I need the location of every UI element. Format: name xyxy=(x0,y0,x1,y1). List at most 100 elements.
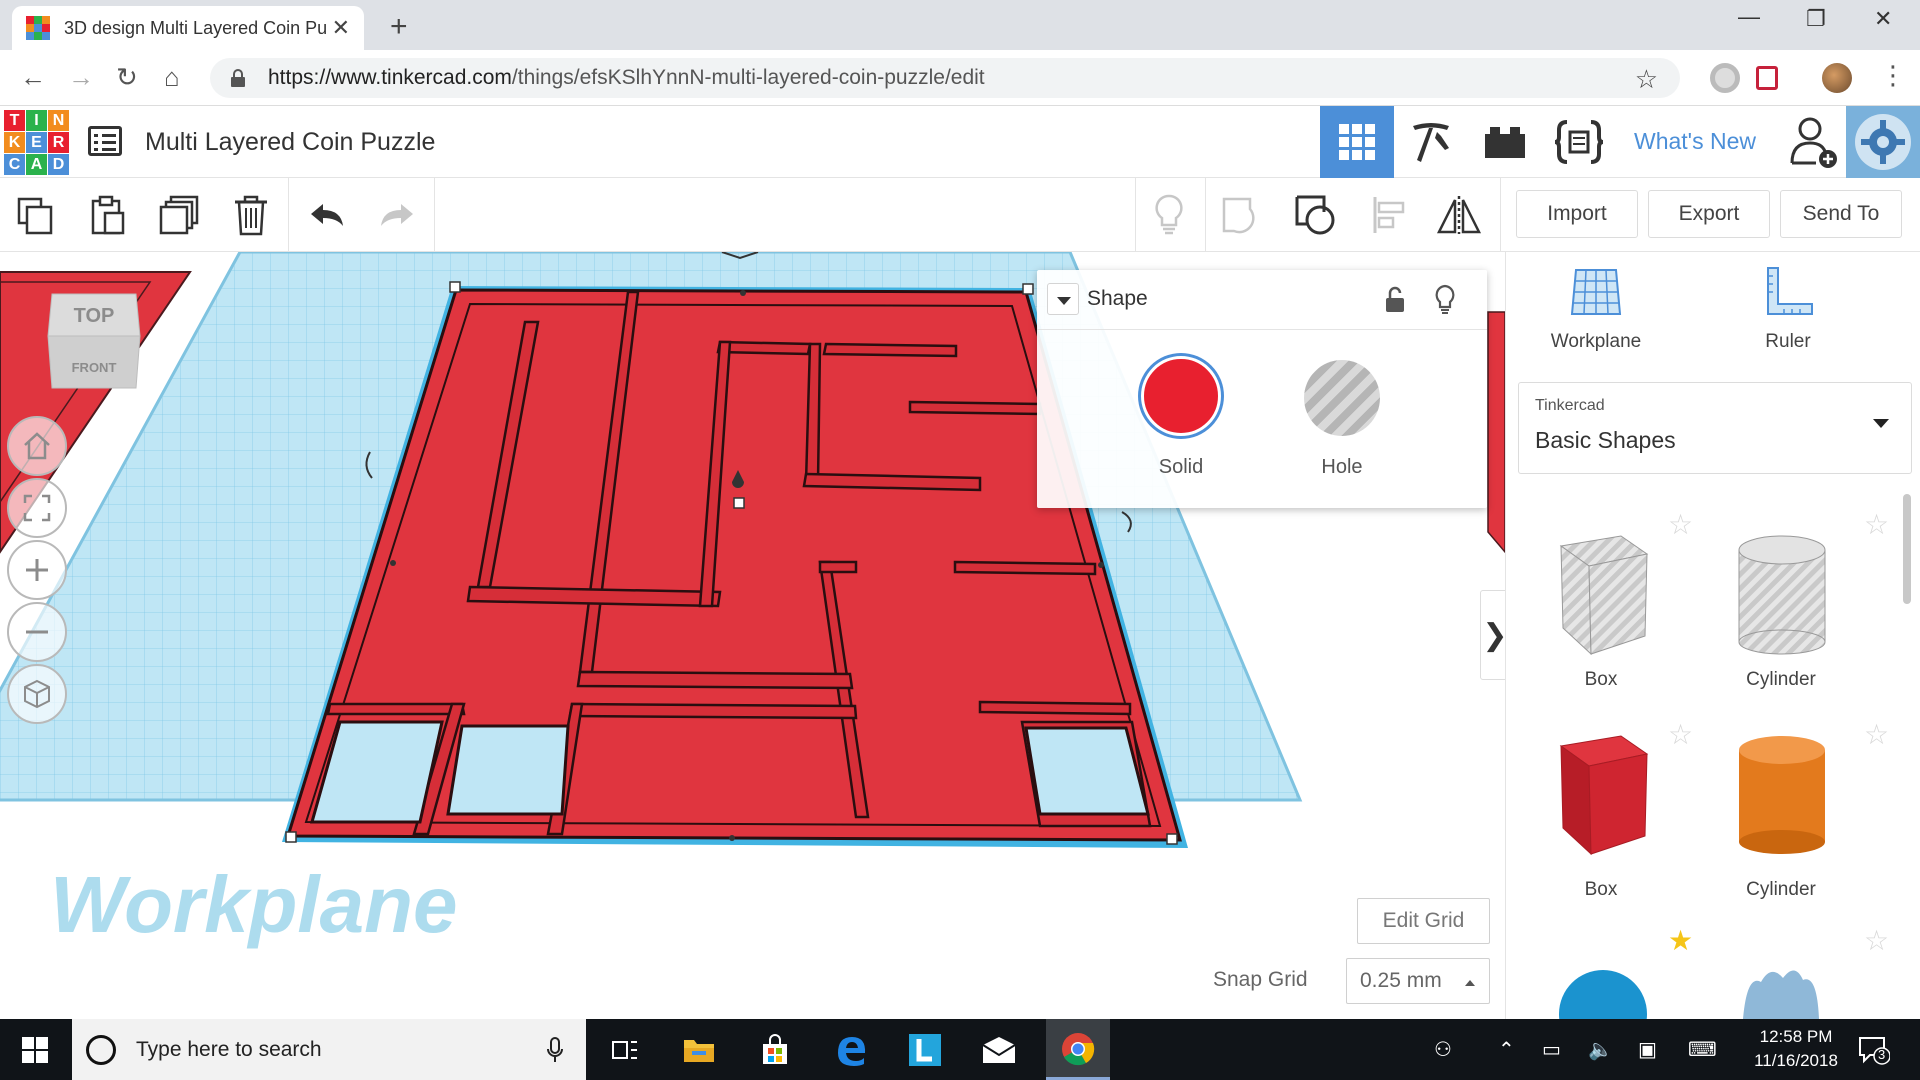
home-icon xyxy=(24,432,50,460)
chrome-taskbar-item[interactable] xyxy=(1046,1019,1110,1080)
windows-start-icon[interactable] xyxy=(22,1037,48,1063)
solid-color-swatch[interactable] xyxy=(1141,356,1221,436)
import-button[interactable]: Import xyxy=(1516,190,1638,238)
hole-swatch[interactable] xyxy=(1304,360,1380,436)
design-title[interactable]: Multi Layered Coin Puzzle xyxy=(145,128,435,157)
workplane-watermark: Workplane xyxy=(50,860,458,949)
people-icon[interactable]: ⚇ xyxy=(1434,1037,1452,1062)
forward-icon[interactable]: → xyxy=(68,62,94,93)
favorite-star-icon[interactable]: ☆ xyxy=(1668,508,1693,541)
shape-library-select[interactable]: Tinkercad Basic Shapes xyxy=(1518,382,1912,474)
caret-down-icon xyxy=(1873,419,1889,428)
zoom-in-button[interactable] xyxy=(7,540,67,600)
invite-user-button[interactable] xyxy=(1776,106,1850,178)
back-icon[interactable]: ← xyxy=(20,62,46,93)
whats-new-link[interactable]: What's New xyxy=(1634,128,1756,155)
view-cube-front-label: FRONT xyxy=(72,360,117,375)
bookmark-star-icon[interactable]: ☆ xyxy=(1635,64,1658,95)
keyboard-icon[interactable]: ⌨ xyxy=(1688,1037,1717,1062)
caret-up-icon xyxy=(1465,980,1475,986)
file-explorer-icon[interactable] xyxy=(678,1029,720,1071)
paste-button[interactable] xyxy=(84,192,130,238)
export-button[interactable]: Export xyxy=(1648,190,1770,238)
task-view-icon[interactable] xyxy=(604,1029,646,1071)
shape-scribble[interactable] xyxy=(1691,934,1871,1019)
delete-button[interactable] xyxy=(228,192,274,238)
shape-box-hole[interactable]: Box xyxy=(1511,514,1691,714)
cube-perspective-icon xyxy=(24,679,50,709)
edit-grid-button[interactable]: Edit Grid xyxy=(1357,898,1490,944)
favorite-star-icon[interactable]: ☆ xyxy=(1668,718,1693,751)
mail-icon[interactable] xyxy=(978,1029,1020,1071)
tinkercad-logo[interactable]: T I N K E R C A D xyxy=(4,110,69,175)
bricks-button[interactable] xyxy=(1468,106,1542,178)
perspective-button[interactable] xyxy=(7,664,67,724)
browser-tab-strip: 3D design Multi Layered Coin Pu ✕ + — ❐ … xyxy=(0,0,1920,50)
workplane-tool[interactable]: Workplane xyxy=(1526,264,1666,353)
edge-browser-icon[interactable] xyxy=(830,1029,872,1071)
microphone-icon[interactable] xyxy=(546,1037,564,1063)
home-icon[interactable]: ⌂ xyxy=(164,62,180,93)
snap-grid-select[interactable]: 0.25 mm xyxy=(1346,958,1490,1004)
design-list-icon[interactable] xyxy=(88,126,122,156)
shape-cylinder-hole[interactable]: Cylinder xyxy=(1691,514,1871,714)
inspector-collapse-button[interactable] xyxy=(1047,283,1079,315)
align-button[interactable] xyxy=(1366,192,1412,238)
reload-icon[interactable]: ↻ xyxy=(116,62,138,93)
home-view-button[interactable] xyxy=(7,416,67,476)
tinkercad-favicon-icon xyxy=(26,16,50,40)
fit-view-icon xyxy=(23,494,51,522)
panel-scrollbar[interactable] xyxy=(1903,494,1911,604)
user-avatar[interactable] xyxy=(1846,106,1920,178)
favorite-star-icon[interactable]: ☆ xyxy=(1864,718,1889,751)
duplicate-button[interactable] xyxy=(156,192,202,238)
restore-icon[interactable]: ❐ xyxy=(1806,6,1826,32)
copy-button[interactable] xyxy=(12,192,58,238)
minimize-icon[interactable]: — xyxy=(1738,4,1760,30)
ungroup-button[interactable] xyxy=(1292,192,1338,238)
shape-sphere[interactable] xyxy=(1511,934,1691,1019)
extension-icon[interactable] xyxy=(1710,63,1740,93)
window-close-icon[interactable]: ✕ xyxy=(1874,6,1892,32)
taskbar-clock[interactable]: 12:58 PM 11/16/2018 xyxy=(1746,1025,1846,1073)
browser-menu-icon[interactable]: ⋮ xyxy=(1880,60,1906,91)
group-button[interactable] xyxy=(1218,192,1264,238)
browser-tab[interactable]: 3D design Multi Layered Coin Pu ✕ xyxy=(12,6,364,50)
battery-icon[interactable]: ▭ xyxy=(1542,1037,1561,1062)
pocket-extension-icon[interactable] xyxy=(1756,66,1778,90)
notes-button[interactable] xyxy=(1146,192,1192,238)
shape-box[interactable]: Box xyxy=(1511,724,1691,924)
unlock-icon[interactable] xyxy=(1383,286,1407,314)
tab-close-icon[interactable]: ✕ xyxy=(332,15,350,41)
redo-button[interactable] xyxy=(374,192,420,238)
view-cube[interactable]: TOP FRONT xyxy=(44,288,144,398)
mirror-button[interactable] xyxy=(1436,192,1482,238)
zoom-out-button[interactable] xyxy=(7,602,67,662)
blocks-button[interactable] xyxy=(1394,106,1468,178)
3d-view-button[interactable] xyxy=(1320,106,1394,178)
chrome-icon xyxy=(1062,1033,1095,1066)
hide-lightbulb-icon[interactable] xyxy=(1433,284,1457,316)
tray-chevron-up-icon[interactable]: ⌃ xyxy=(1498,1037,1515,1062)
microsoft-store-icon[interactable] xyxy=(754,1029,796,1071)
app-l-icon[interactable] xyxy=(904,1029,946,1071)
notification-center-icon[interactable]: 3 xyxy=(1858,1035,1891,1065)
profile-avatar[interactable] xyxy=(1822,63,1852,93)
network-icon[interactable]: ▣ xyxy=(1638,1037,1657,1062)
mirror-icon xyxy=(1436,196,1482,234)
ruler-tool[interactable]: Ruler xyxy=(1718,264,1858,353)
volume-icon[interactable]: 🔈 xyxy=(1588,1037,1613,1062)
address-bar[interactable]: https://www.tinkercad.com/things/efsKSlh… xyxy=(210,58,1680,98)
taskbar-search-box[interactable]: Type here to search xyxy=(72,1019,586,1080)
send-to-button[interactable]: Send To xyxy=(1780,190,1902,238)
view-cube-top-label: TOP xyxy=(74,305,115,327)
favorite-star-filled-icon[interactable]: ★ xyxy=(1668,924,1693,957)
fit-view-button[interactable] xyxy=(7,478,67,538)
shape-cylinder[interactable]: Cylinder xyxy=(1691,724,1871,924)
undo-button[interactable] xyxy=(304,192,350,238)
new-tab-icon[interactable]: + xyxy=(390,10,408,44)
favorite-star-icon[interactable]: ☆ xyxy=(1864,924,1889,957)
minus-icon xyxy=(26,630,48,634)
favorite-star-icon[interactable]: ☆ xyxy=(1864,508,1889,541)
codeblocks-button[interactable] xyxy=(1542,106,1616,178)
